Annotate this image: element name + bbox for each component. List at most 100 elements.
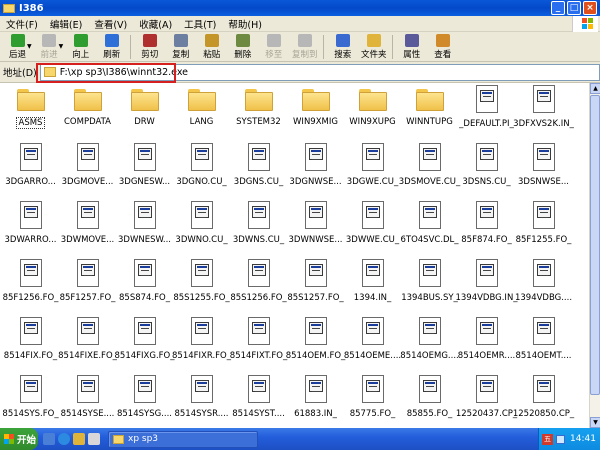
file-item[interactable]: 8514OEME....	[344, 315, 401, 373]
file-item[interactable]: 8514SYST....	[230, 373, 287, 428]
file-item[interactable]: 8514OEM.FO_	[286, 315, 345, 373]
folder-item[interactable]: ASMS	[2, 83, 59, 141]
copy-button[interactable]: 复制	[165, 33, 196, 60]
file-item[interactable]: 8514FIXE.FO_	[58, 315, 117, 373]
file-item[interactable]: 3DFXVS2K.IN_	[513, 83, 574, 141]
file-item[interactable]: 8514FIXT.FO_	[230, 315, 287, 373]
address-value[interactable]: F:\xp sp3\I386\winnt32.exe	[60, 67, 188, 78]
properties-button[interactable]: 属性	[396, 33, 427, 60]
scroll-down-button[interactable]: ▼	[590, 417, 600, 428]
delete-button[interactable]: 删除	[227, 33, 258, 60]
menu-item[interactable]: 文件(F)	[0, 17, 44, 31]
forward-dropdown-arrow-icon[interactable]: ▼	[59, 43, 64, 50]
folders-button[interactable]: 文件夹	[358, 33, 389, 60]
file-item[interactable]: 3DGWE.CU_	[344, 141, 401, 199]
file-item[interactable]: 3DWMOVE...	[59, 199, 116, 257]
file-item[interactable]: 85F1256.FO_	[2, 257, 59, 315]
scroll-thumb[interactable]	[590, 95, 600, 395]
file-item[interactable]: 85S1257.FO_	[287, 257, 344, 315]
file-item[interactable]: _DEFAULT.PI_	[458, 83, 515, 141]
file-item[interactable]: 8514SYSR....	[173, 373, 230, 428]
file-item[interactable]: 8514FIXR.FO_	[172, 315, 231, 373]
file-item[interactable]: 1394.IN_	[344, 257, 401, 315]
file-item[interactable]: 1394VDBG.IN_	[455, 257, 518, 315]
shortcut-icon[interactable]	[88, 433, 100, 445]
address-input[interactable]: F:\xp sp3\I386\winnt32.exe	[39, 63, 600, 81]
network-icon[interactable]	[556, 434, 565, 444]
file-item[interactable]: 3DWNS.CU_	[230, 199, 287, 257]
folder-item[interactable]: WIN9XUPG	[344, 83, 401, 141]
file-item[interactable]: 8514FIXG.FO_	[115, 315, 175, 373]
file-item[interactable]: 3DWNWSE...	[287, 199, 344, 257]
file-item[interactable]: 8514OEMT....	[515, 315, 572, 373]
file-item[interactable]: 85S1256.FO_	[230, 257, 287, 315]
menu-item[interactable]: 帮助(H)	[222, 17, 268, 31]
file-item[interactable]: 85F1257.FO_	[59, 257, 116, 315]
file-item[interactable]: 1394BUS.SY_	[401, 257, 458, 315]
folder-item[interactable]: SYSTEM32	[230, 83, 287, 141]
menu-item[interactable]: 查看(V)	[88, 17, 133, 31]
file-item[interactable]: 8514SYS.FO_	[2, 373, 59, 428]
file-item[interactable]: 8514OEMG....	[400, 315, 459, 373]
file-item[interactable]: 8514SYSE....	[59, 373, 116, 428]
search-button[interactable]: 搜索	[327, 33, 358, 60]
folder-item[interactable]: WIN9XMIG	[287, 83, 344, 141]
file-item[interactable]: 1394VDBG....	[515, 257, 572, 315]
file-item[interactable]: 12520437.CP_	[456, 373, 517, 428]
file-item[interactable]: 61883.IN_	[287, 373, 344, 428]
file-item[interactable]: 3DSNS.CU_	[458, 141, 515, 199]
file-item[interactable]: 3DGNESW...	[116, 141, 173, 199]
file-item[interactable]: 12520850.CP_	[513, 373, 574, 428]
file-item[interactable]: 3DWNESW...	[116, 199, 173, 257]
file-icon	[475, 143, 498, 171]
back-dropdown-arrow-icon[interactable]: ▼	[27, 43, 32, 50]
file-item[interactable]: 3DGNS.CU_	[230, 141, 287, 199]
internet-explorer-icon[interactable]	[58, 433, 70, 445]
file-item[interactable]: 3DGNWSE...	[287, 141, 344, 199]
maximize-button[interactable]: □	[567, 1, 581, 15]
up-button[interactable]: 向上	[65, 33, 96, 60]
file-item[interactable]: 3DSNWSE...	[515, 141, 572, 199]
file-item[interactable]: 8514OEMR....	[458, 315, 515, 373]
minimize-button[interactable]: _	[551, 1, 565, 15]
file-item[interactable]: 3DWNO.CU_	[173, 199, 230, 257]
explorer-icon[interactable]	[73, 433, 85, 445]
taskbar-window-button[interactable]: xp sp3	[108, 430, 258, 448]
file-item[interactable]: 85F874.FO_	[458, 199, 515, 257]
file-item[interactable]: 85S874.FO_	[116, 257, 173, 315]
menu-item[interactable]: 工具(T)	[178, 17, 222, 31]
file-item[interactable]: 8514FIX.FO_	[2, 315, 59, 373]
file-item[interactable]: 3DGMOVE...	[59, 141, 116, 199]
file-item[interactable]: 8514SYSG....	[116, 373, 173, 428]
cut-button[interactable]: 剪切	[134, 33, 165, 60]
file-item[interactable]: 3DGNO.CU_	[173, 141, 230, 199]
close-button[interactable]: ×	[583, 1, 597, 15]
ime-indicator[interactable]: 五	[542, 433, 553, 445]
copy-to-button[interactable]: 复制到	[289, 33, 320, 60]
file-item[interactable]: 85S1255.FO_	[173, 257, 230, 315]
file-item[interactable]: 3DSMOVE.CU_	[399, 141, 460, 199]
file-item[interactable]: 3DWARRO...	[2, 199, 59, 257]
scroll-up-button[interactable]: ▲	[590, 83, 600, 94]
file-item[interactable]: 6TO4SVC.DL_	[400, 199, 459, 257]
refresh-button[interactable]: 刷新	[96, 33, 127, 60]
start-button[interactable]: 开始	[0, 428, 38, 450]
folder-item[interactable]: DRW	[116, 83, 173, 141]
file-item[interactable]: 85775.FO_	[344, 373, 401, 428]
folder-item[interactable]: COMPDATA	[59, 83, 116, 141]
title-bar[interactable]: I386 _ □ ×	[0, 0, 600, 16]
folder-item[interactable]: LANG	[173, 83, 230, 141]
paste-button[interactable]: 粘贴	[196, 33, 227, 60]
views-button[interactable]: 查看	[427, 33, 458, 60]
file-item[interactable]: 85855.FO_	[401, 373, 458, 428]
file-item[interactable]: 85F1255.FO_	[515, 199, 572, 257]
menu-item[interactable]: 编辑(E)	[44, 17, 88, 31]
folder-item[interactable]: WINNTUPG	[401, 83, 458, 141]
file-view[interactable]: ASMS COMPDATA DRW LANG SYSTEM32 WIN9XMIG WIN9X…	[0, 83, 589, 428]
vertical-scrollbar[interactable]: ▲ ▼	[589, 83, 600, 428]
file-item[interactable]: 3DGARRO...	[2, 141, 59, 199]
show-desktop-icon[interactable]	[43, 433, 55, 445]
menu-item[interactable]: 收藏(A)	[133, 17, 178, 31]
file-item[interactable]: 3DWWE.CU_	[344, 199, 401, 257]
move-to-button[interactable]: 移至	[258, 33, 289, 60]
